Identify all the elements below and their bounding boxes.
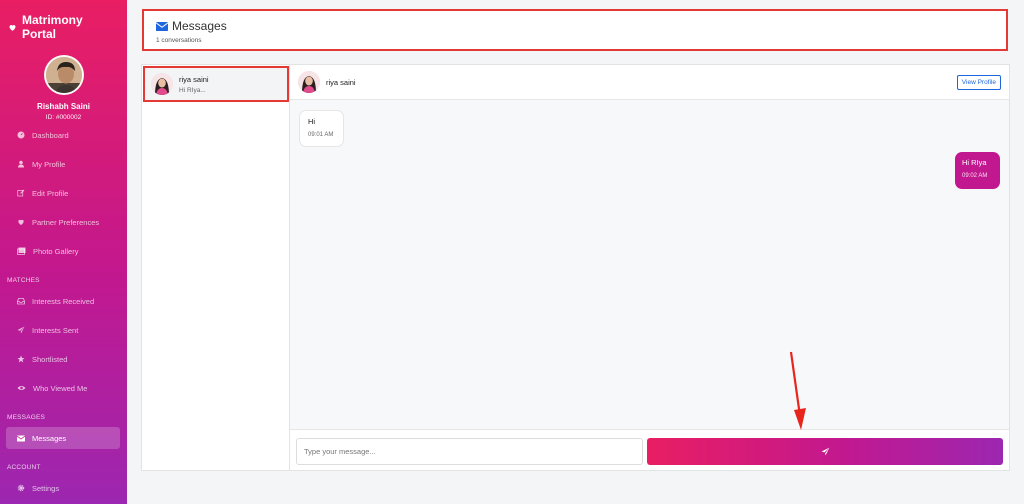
heart-icon [18,219,24,225]
sidebar: Matrimony Portal Rishabh Saini ID: #0000… [0,0,127,504]
sidebar-item-photo-gallery[interactable]: Photo Gallery [6,240,120,262]
message-time: 09:01 AM [308,132,334,138]
message-bubble-outgoing: Hi RIya 09:02 AM [955,152,1000,189]
message-input[interactable] [296,438,643,465]
message-thread: riya saini View Profile Hi 09:01 AM Hi R… [290,65,1009,470]
page-header: Messages 1 conversations [142,9,1008,51]
paper-plane-icon [17,326,25,334]
conversation-list: riya saini Hi RIya... [142,65,290,470]
conversation-name: riya saini [179,74,209,84]
user-name: Rishabh Saini [37,102,90,111]
section-matches: MATCHES [7,277,40,284]
sidebar-item-label: Photo Gallery [33,246,79,256]
user-photo [45,57,82,93]
sidebar-item-who-viewed-me[interactable]: Who Viewed Me [6,377,120,399]
thread-header: riya saini View Profile [290,65,1009,100]
avatar [151,73,173,95]
inbox-icon [17,298,25,305]
message-composer [290,429,1009,470]
gear-icon [17,484,25,492]
sidebar-item-label: Settings [32,483,60,493]
sidebar-item-dashboard[interactable]: Dashboard [6,124,120,146]
sidebar-item-my-profile[interactable]: My Profile [6,153,120,175]
message-text: Hi RIya [962,158,987,167]
user-id: ID: #000002 [45,114,82,121]
conversation-count: 1 conversations [156,37,202,44]
sidebar-item-label: Shortlisted [32,354,68,364]
message-text: Hi [308,117,316,126]
star-icon [17,355,25,363]
app-title: Matrimony Portal [22,13,83,41]
sidebar-item-settings[interactable]: Settings [6,477,120,499]
page-title: Messages [172,19,227,33]
conversation-item[interactable]: riya saini Hi RIya... [143,66,289,102]
eye-icon [17,386,26,390]
message-bubble-incoming: Hi 09:01 AM [299,110,344,147]
images-icon [17,247,26,255]
brand[interactable]: Matrimony Portal [0,0,127,41]
envelope-icon [156,21,168,31]
view-profile-button[interactable]: View Profile [956,75,1001,90]
message-time: 09:02 AM [962,173,988,179]
sidebar-item-label: Who Viewed Me [33,383,88,393]
sidebar-item-label: My Profile [32,159,66,169]
send-button[interactable] [647,438,1003,465]
sidebar-item-label: Edit Profile [32,188,69,198]
edit-icon [17,189,25,197]
avatar[interactable] [43,55,84,95]
sidebar-item-shortlisted[interactable]: Shortlisted [6,348,120,370]
section-account: ACCOUNT [7,464,41,471]
dashboard-icon [17,131,25,139]
sidebar-item-label: Messages [32,433,67,443]
sidebar-item-messages[interactable]: Messages [6,427,120,449]
sidebar-item-partner-preferences[interactable]: Partner Preferences [6,211,120,233]
sidebar-item-interests-received[interactable]: Interests Received [6,290,120,312]
message-area: Hi 09:01 AM Hi RIya 09:02 AM [290,100,1009,429]
user-icon [18,160,24,168]
annotation-arrow [789,351,806,430]
sidebar-item-label: Interests Sent [32,325,79,335]
paper-plane-icon [821,447,829,456]
heart-icon [9,24,16,31]
section-messages: MESSAGES [7,414,46,421]
sidebar-item-edit-profile[interactable]: Edit Profile [6,182,120,204]
sidebar-item-interests-sent[interactable]: Interests Sent [6,319,120,341]
sidebar-item-label: Interests Received [32,296,95,306]
conversation-preview: Hi RIya... [179,86,206,94]
chat-panel: riya saini Hi RIya... riya saini View Pr… [141,64,1010,471]
envelope-icon [17,435,25,441]
thread-name: riya saini [326,77,356,87]
avatar [298,71,320,93]
sidebar-item-label: Dashboard [32,130,69,140]
sidebar-item-label: Partner Preferences [32,217,100,227]
